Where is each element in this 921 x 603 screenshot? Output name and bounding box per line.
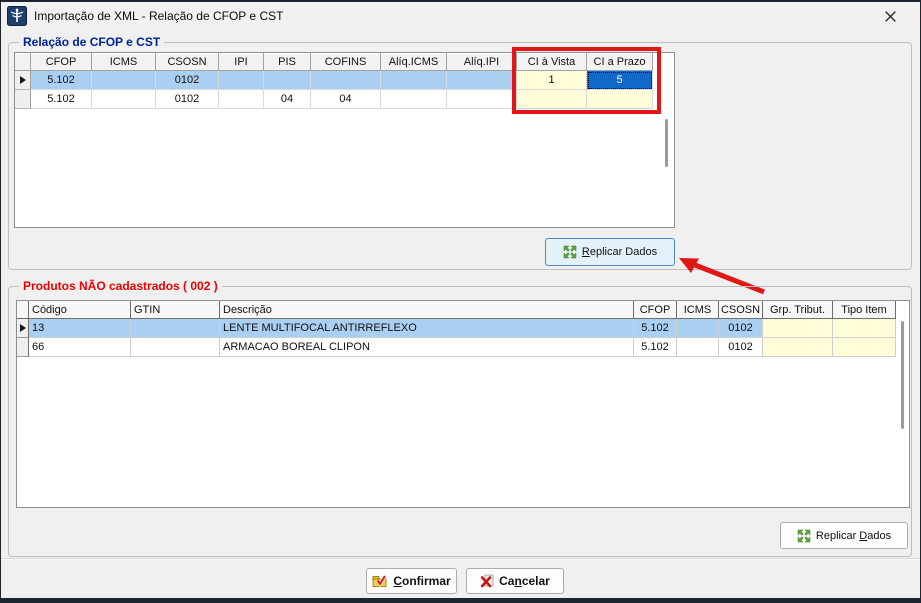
cell-csosn[interactable]: 0102 xyxy=(719,319,763,338)
cfop-group-title: Relação de CFOP e CST xyxy=(19,35,164,49)
cell-cfop[interactable]: 5.102 xyxy=(634,319,677,338)
row-selector[interactable] xyxy=(15,71,31,90)
cell-tipo-item[interactable] xyxy=(833,319,896,338)
column-header-csosn[interactable]: CSOSN xyxy=(156,53,219,71)
cell-cfop[interactable]: 5.102 xyxy=(31,90,92,109)
replicate-icon xyxy=(797,529,811,543)
replicate-icon xyxy=(563,245,577,259)
row-selector[interactable] xyxy=(17,319,29,338)
table-row: 5.102 0102 04 04 xyxy=(15,90,674,109)
replicate-cfop-label: Replicar Dados xyxy=(582,246,657,258)
column-header-ci-prazo[interactable]: CI a Prazo xyxy=(587,53,653,71)
cell-descricao[interactable]: LENTE MULTIFOCAL ANTIRREFLEXO xyxy=(220,319,634,338)
column-header-aliq-ipi[interactable]: Alíq.IPI xyxy=(447,53,517,71)
cancel-label: Cancelar xyxy=(499,574,550,588)
column-header-ci-vista[interactable]: CI à Vista xyxy=(517,53,587,71)
column-header-cfop[interactable]: CFOP xyxy=(634,301,677,319)
cfop-table: CFOP ICMS CSOSN IPI PIS COFINS Alíq.ICMS… xyxy=(14,52,675,228)
cell-pis[interactable]: 04 xyxy=(264,90,311,109)
cell-ci-vista[interactable]: 1 xyxy=(517,71,587,90)
cancel-icon xyxy=(480,574,494,588)
cell-csosn[interactable]: 0102 xyxy=(156,71,219,90)
replicate-products-label: Replicar Dados xyxy=(816,530,891,542)
close-icon xyxy=(884,10,897,23)
column-header-descricao[interactable]: Descrição xyxy=(220,301,634,319)
dialog-window: Importação de XML - Relação de CFOP e CS… xyxy=(0,0,921,603)
replicate-cfop-button[interactable]: Replicar Dados xyxy=(545,238,675,266)
current-row-arrow-icon xyxy=(20,76,26,84)
cell-csosn[interactable]: 0102 xyxy=(719,338,763,357)
close-button[interactable] xyxy=(876,6,904,27)
current-row-arrow-icon xyxy=(20,324,26,332)
column-header-icms[interactable]: ICMS xyxy=(92,53,156,71)
cell-ipi[interactable] xyxy=(219,90,264,109)
cell-codigo[interactable]: 66 xyxy=(29,338,131,357)
column-header-grp-tribut[interactable]: Grp. Tribut. xyxy=(763,301,833,319)
column-header-gtin[interactable]: GTIN xyxy=(131,301,220,319)
cell-csosn[interactable]: 0102 xyxy=(156,90,219,109)
dialog-body: Importação de XML - Relação de CFOP e CS… xyxy=(1,2,920,598)
cell-gtin[interactable] xyxy=(131,338,220,357)
products-group-title: Produtos NÃO cadastrados ( 002 ) xyxy=(19,279,222,293)
cell-icms[interactable] xyxy=(677,319,719,338)
table-row: 13 LENTE MULTIFOCAL ANTIRREFLEXO 5.102 0… xyxy=(17,319,909,338)
products-table-header: Código GTIN Descrição CFOP ICMS CSOSN Gr… xyxy=(17,301,909,319)
cell-gtin[interactable] xyxy=(131,319,220,338)
column-header-tipo-item[interactable]: Tipo Item xyxy=(833,301,896,319)
column-header-csosn[interactable]: CSOSN xyxy=(719,301,763,319)
cancel-button[interactable]: Cancelar xyxy=(466,568,564,594)
cell-ci-prazo[interactable] xyxy=(587,90,653,109)
confirm-label: Confirmar xyxy=(393,574,450,588)
column-header-aliq-icms[interactable]: Alíq.ICMS xyxy=(381,53,447,71)
products-table: Código GTIN Descrição CFOP ICMS CSOSN Gr… xyxy=(16,300,910,508)
table-row: 66 ARMACAO BOREAL CLIPON 5.102 0102 xyxy=(17,338,909,357)
column-header-selector[interactable] xyxy=(17,301,29,319)
confirm-button[interactable]: Confirmar xyxy=(366,568,457,594)
column-header-codigo[interactable]: Código xyxy=(29,301,131,319)
cell-icms[interactable] xyxy=(677,338,719,357)
window-title: Importação de XML - Relação de CFOP e CS… xyxy=(34,9,283,23)
cell-cfop[interactable]: 5.102 xyxy=(634,338,677,357)
column-header-pis[interactable]: PIS xyxy=(264,53,311,71)
title-bar: Importação de XML - Relação de CFOP e CS… xyxy=(1,2,920,30)
column-header-cfop[interactable]: CFOP xyxy=(31,53,92,71)
cell-aliq-ipi[interactable] xyxy=(447,90,517,109)
cell-ipi[interactable] xyxy=(219,71,264,90)
cell-icms[interactable] xyxy=(92,90,156,109)
column-header-icms[interactable]: ICMS xyxy=(677,301,719,319)
cell-tipo-item[interactable] xyxy=(833,338,896,357)
replicate-products-button[interactable]: Replicar Dados xyxy=(780,522,908,549)
cell-descricao[interactable]: ARMACAO BOREAL CLIPON xyxy=(220,338,634,357)
table-row: 5.102 0102 1 5 xyxy=(15,71,674,90)
cell-grp-tribut[interactable] xyxy=(763,338,833,357)
cfop-table-header: CFOP ICMS CSOSN IPI PIS COFINS Alíq.ICMS… xyxy=(15,53,674,71)
cell-cfop[interactable]: 5.102 xyxy=(31,71,92,90)
cell-ci-prazo-focused[interactable]: 5 xyxy=(587,71,653,90)
cell-cofins[interactable] xyxy=(311,71,381,90)
cell-icms[interactable] xyxy=(92,71,156,90)
column-header-cofins[interactable]: COFINS xyxy=(311,53,381,71)
cell-aliq-ipi[interactable] xyxy=(447,71,517,90)
cell-aliq-icms[interactable] xyxy=(381,90,447,109)
confirm-icon xyxy=(372,574,388,588)
column-header-selector[interactable] xyxy=(15,53,31,71)
app-icon xyxy=(7,6,27,26)
footer-separator xyxy=(1,558,920,560)
row-selector[interactable] xyxy=(15,90,31,109)
cell-grp-tribut[interactable] xyxy=(763,319,833,338)
cell-pis[interactable] xyxy=(264,71,311,90)
cell-aliq-icms[interactable] xyxy=(381,71,447,90)
row-selector[interactable] xyxy=(17,338,29,357)
cell-codigo[interactable]: 13 xyxy=(29,319,131,338)
cell-cofins[interactable]: 04 xyxy=(311,90,381,109)
cell-ci-vista[interactable] xyxy=(517,90,587,109)
column-header-ipi[interactable]: IPI xyxy=(219,53,264,71)
vertical-scrollbar-thumb[interactable] xyxy=(901,321,904,429)
vertical-scrollbar-thumb[interactable] xyxy=(665,119,668,167)
